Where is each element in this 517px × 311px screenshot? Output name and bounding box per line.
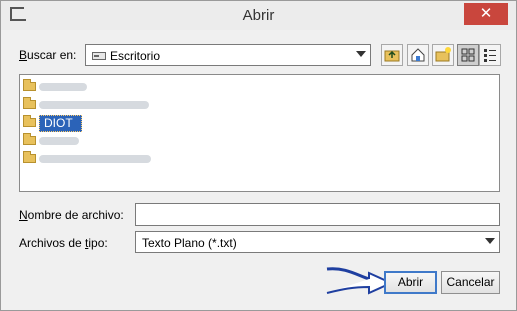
dialog-title: Abrir xyxy=(242,7,275,24)
home-icon xyxy=(411,48,425,62)
close-button[interactable]: ✕ xyxy=(464,3,508,25)
up-folder-button[interactable] xyxy=(381,44,403,66)
lookin-combo[interactable]: Escritorio xyxy=(85,44,371,66)
drive-icon xyxy=(92,52,106,60)
blurred-name xyxy=(39,101,149,109)
blurred-name xyxy=(39,155,151,163)
folder-icon xyxy=(23,151,36,163)
lookin-value: Escritorio xyxy=(110,49,161,63)
desktop-home-button[interactable] xyxy=(407,44,429,66)
blurred-name xyxy=(39,83,87,91)
new-folder-icon xyxy=(435,47,451,62)
filename-label: Nombre de archivo: xyxy=(19,208,124,222)
folder-icon xyxy=(23,115,36,127)
title-bar: Abrir ✕ xyxy=(1,1,516,30)
up-folder-icon xyxy=(384,50,400,62)
folder-icon xyxy=(23,97,36,109)
list-view-icon xyxy=(461,48,475,62)
chevron-down-icon xyxy=(485,238,495,244)
open-dialog: Abrir ✕ Buscar en: Escritorio DIOT 2025 … xyxy=(0,0,517,311)
open-button[interactable]: Abrir xyxy=(384,271,437,294)
details-view-icon xyxy=(484,49,496,62)
filetype-combo[interactable]: Texto Plano (*.txt) xyxy=(135,231,500,253)
cancel-button-label: Cancelar xyxy=(446,275,495,289)
folder-icon xyxy=(23,133,36,145)
folder-icon xyxy=(23,79,36,91)
filetype-value: Texto Plano (*.txt) xyxy=(142,236,237,250)
list-view-button[interactable] xyxy=(457,44,479,66)
cancel-button[interactable]: Cancelar xyxy=(441,271,500,294)
open-button-label: Abrir xyxy=(397,275,424,289)
new-folder-button[interactable] xyxy=(432,44,454,66)
filename-label-text: Nombre de archivo: xyxy=(19,208,124,222)
filename-input[interactable] xyxy=(135,203,500,226)
details-view-button[interactable] xyxy=(479,44,501,66)
filetype-label-text: Archivos de tipo: xyxy=(19,236,108,250)
filetype-label: Archivos de tipo: xyxy=(19,236,108,250)
blurred-name xyxy=(39,137,79,145)
lookin-label-text: Buscar en: xyxy=(19,48,77,62)
selected-folder-name: DIOT Marzo 2025 xyxy=(39,115,83,160)
file-list[interactable]: DIOT Marzo 2025 xyxy=(19,74,500,192)
chevron-down-icon xyxy=(356,51,366,57)
lookin-label: Buscar en: xyxy=(19,48,76,62)
